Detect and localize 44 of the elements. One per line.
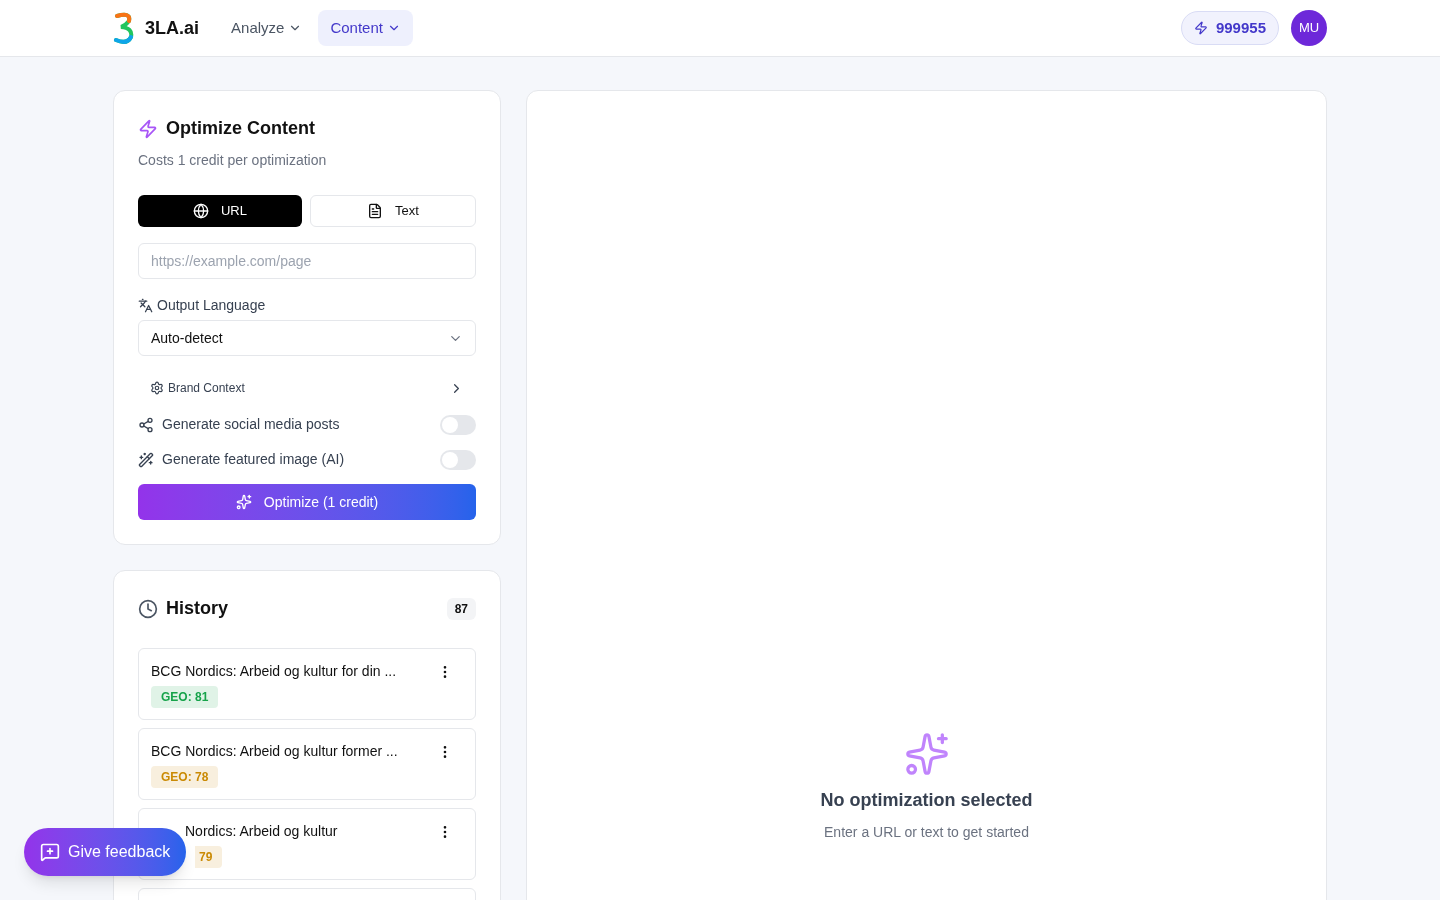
- user-avatar[interactable]: MU: [1291, 10, 1327, 46]
- card-title: History: [166, 597, 228, 620]
- toggle-switch[interactable]: [440, 414, 476, 435]
- url-field[interactable]: https://example.com/page: [138, 243, 476, 279]
- sparkles-icon: [235, 494, 252, 510]
- logo-icon: [113, 12, 135, 44]
- history-item[interactable]: BCG Nordics: Arbeid og kultur for din ... GEO: 81: [138, 648, 476, 720]
- nav-menu[interactable]: Analyze: [219, 10, 315, 46]
- score-badge: GEO: 81: [151, 686, 219, 708]
- empty-subtitle: Enter a URL or text to get started: [824, 823, 1029, 842]
- brand-name: 3LA.ai: [145, 16, 200, 40]
- lightning-icon: [138, 118, 158, 139]
- item-title: BCG Nordics: Arbeid og kultur former ...: [151, 742, 398, 761]
- sparkles-icon: [903, 731, 950, 777]
- field-label: Output Language: [157, 296, 266, 315]
- card-subtitle: Costs 1 credit per optimization: [138, 151, 328, 170]
- wand-icon: [138, 451, 154, 468]
- brand-context-row[interactable]: Brand Context: [138, 372, 476, 404]
- toggle-switch[interactable]: [440, 449, 476, 470]
- toggle-label: Generate social media posts: [162, 415, 340, 434]
- card-title: Optimize Content: [166, 117, 315, 140]
- language-select[interactable]: Auto-detect: [138, 320, 476, 356]
- toggle-label: Generate featured image (AI): [162, 450, 345, 469]
- gear-icon: [150, 381, 164, 395]
- share-icon: [138, 416, 154, 433]
- clock-icon: [138, 598, 158, 619]
- credits-count: 999955: [1215, 17, 1266, 38]
- optimize-button[interactable]: Optimize (1 credit): [138, 484, 476, 520]
- item-title: BCG Nordics: Arbeid og kultur for din ...: [151, 662, 397, 681]
- item-title: Nordics: Arbeid og kultur: [185, 822, 338, 841]
- nav-menu[interactable]: Content: [318, 10, 413, 46]
- history-item[interactable]: BCG Nordics: Arbeid og kultur former ... GEO: 78: [138, 728, 476, 800]
- score-badge: GEO: 78: [151, 766, 219, 788]
- empty-title: No optimization selected: [820, 789, 1033, 812]
- lightning-icon: [1193, 21, 1208, 35]
- count-badge: 87: [446, 597, 476, 620]
- document-icon: [367, 203, 384, 219]
- mode-tab[interactable]: Text: [310, 195, 476, 227]
- globe-icon: [193, 203, 209, 219]
- score-badge: 79: [195, 846, 223, 868]
- translate-icon: [138, 298, 153, 313]
- feedback-button[interactable]: Give feedback: [24, 828, 187, 876]
- message-icon: [40, 842, 60, 862]
- mode-tab[interactable]: URL: [138, 195, 302, 227]
